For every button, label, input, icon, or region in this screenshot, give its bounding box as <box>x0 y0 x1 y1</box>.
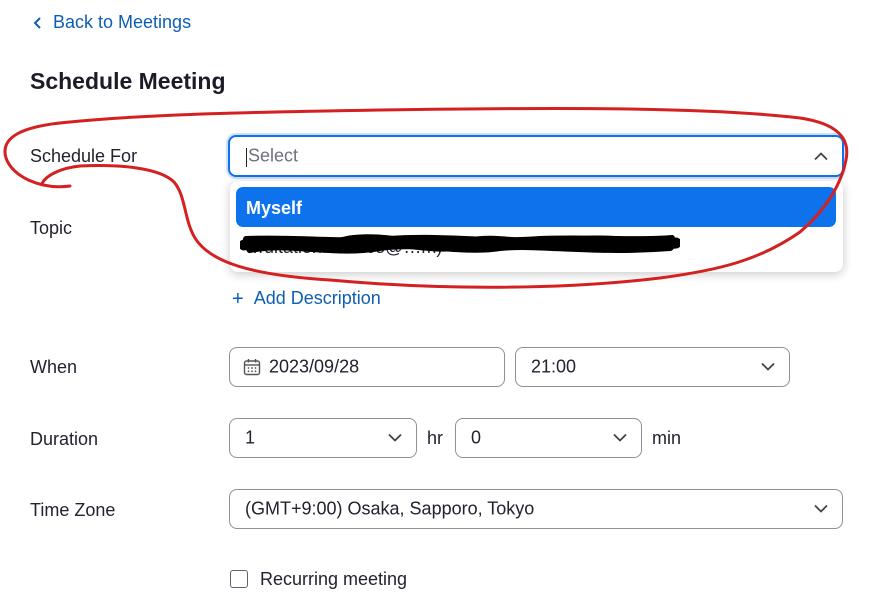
duration-hours-select[interactable]: 1 <box>229 418 417 458</box>
date-picker[interactable]: 2023/09/28 <box>229 347 505 387</box>
option-myself[interactable]: Myself <box>236 187 836 227</box>
time-value: 21:00 <box>531 356 577 377</box>
recurring-meeting-checkbox[interactable] <box>230 570 248 588</box>
schedule-for-placeholder: Select <box>248 145 299 166</box>
schedule-for-dropdown: Myself …ultation-service@…m) <box>230 181 843 272</box>
page-title: Schedule Meeting <box>30 68 226 94</box>
time-zone-select[interactable]: (GMT+9:00) Osaka, Sapporo, Tokyo <box>229 489 843 529</box>
duration-label: Duration <box>30 429 99 449</box>
schedule-meeting-page: Back to Meetings Schedule Meeting Schedu… <box>0 0 886 598</box>
redaction-scribble <box>240 234 680 254</box>
option-other-user[interactable]: …ultation-service@…m) <box>240 234 836 261</box>
chevron-up-icon <box>814 152 828 161</box>
chevron-down-icon <box>814 504 828 513</box>
calendar-icon <box>243 359 261 376</box>
chevron-down-icon <box>388 433 402 442</box>
plus-icon: + <box>232 287 244 310</box>
text-cursor <box>246 148 247 167</box>
add-description-label: Add Description <box>253 288 381 308</box>
recurring-meeting-label: Recurring meeting <box>260 569 408 589</box>
topic-label: Topic <box>30 218 73 238</box>
schedule-for-select[interactable]: Select <box>228 135 844 177</box>
when-label: When <box>30 357 78 377</box>
time-zone-value: (GMT+9:00) Osaka, Sapporo, Tokyo <box>245 498 535 519</box>
back-to-meetings-link[interactable]: Back to Meetings <box>33 12 191 33</box>
add-description-link[interactable]: + Add Description <box>232 288 381 309</box>
back-link-label: Back to Meetings <box>53 12 192 32</box>
chevron-down-icon <box>761 362 775 371</box>
minutes-unit-label: min <box>652 428 682 448</box>
schedule-for-label: Schedule For <box>30 146 138 166</box>
chevron-down-icon <box>613 433 627 442</box>
chevron-left-icon <box>33 16 41 29</box>
duration-minutes-value: 0 <box>471 427 482 448</box>
duration-hours-value: 1 <box>245 427 256 448</box>
hours-unit-label: hr <box>427 428 444 448</box>
date-value: 2023/09/28 <box>269 356 360 377</box>
duration-minutes-select[interactable]: 0 <box>455 418 642 458</box>
time-zone-label: Time Zone <box>30 500 116 520</box>
time-select[interactable]: 21:00 <box>515 347 790 387</box>
